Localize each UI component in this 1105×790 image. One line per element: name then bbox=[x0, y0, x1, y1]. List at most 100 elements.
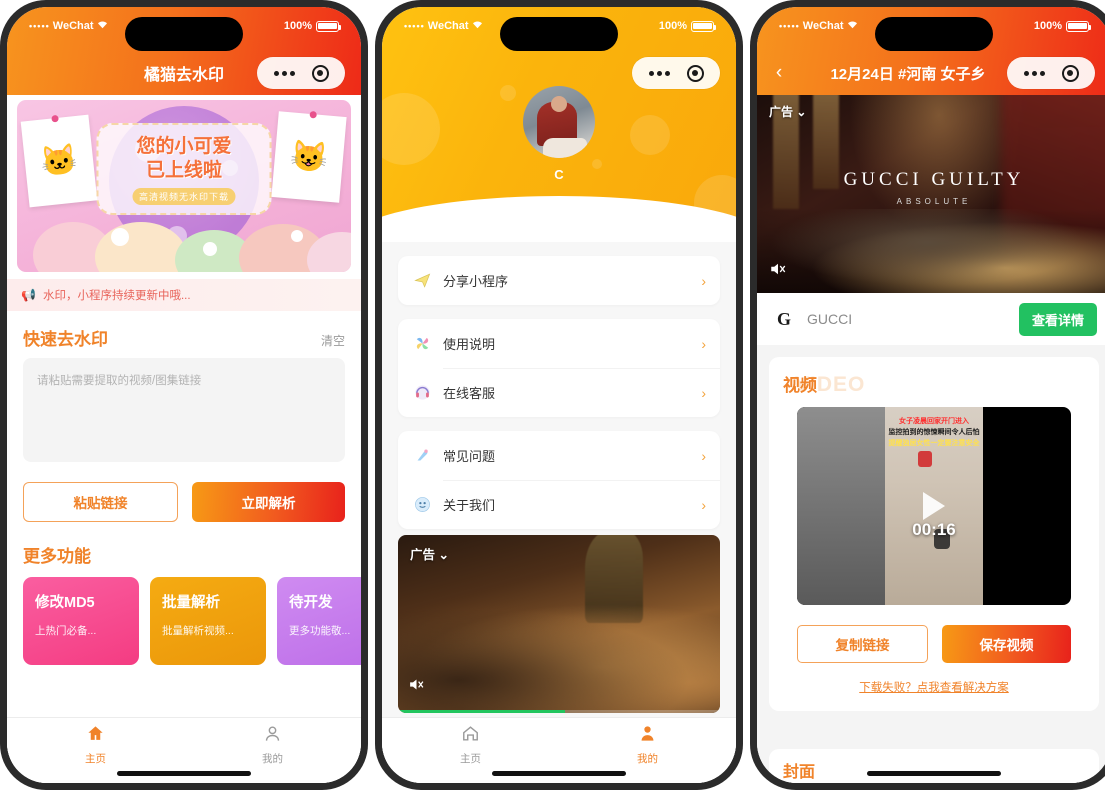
target-close-icon[interactable] bbox=[686, 64, 704, 82]
avatar[interactable] bbox=[523, 86, 595, 158]
battery-icon bbox=[691, 20, 716, 32]
menu-item-support[interactable]: 在线客服 › bbox=[398, 368, 720, 417]
chevron-down-icon[interactable]: ⌄ bbox=[439, 548, 449, 562]
home-indicator bbox=[492, 771, 626, 776]
ad-label: 广告 ⌄ bbox=[769, 105, 807, 119]
action-button-row: 粘贴链接 立即解析 bbox=[7, 462, 361, 522]
muted-speaker-icon[interactable] bbox=[408, 677, 425, 695]
video-section-header: VIDEO 视频 bbox=[783, 371, 1085, 397]
share-paperplane-icon bbox=[412, 271, 432, 291]
status-left-3: ••••• WeChat bbox=[779, 20, 858, 32]
paste-link-button[interactable]: 粘贴链接 bbox=[23, 482, 178, 522]
battery-percent-label: 100% bbox=[658, 20, 687, 32]
download-help-link[interactable]: 下载失败？点我查看解决方案 bbox=[783, 663, 1085, 695]
clear-button[interactable]: 清空 bbox=[321, 332, 345, 349]
card-title: 待开发 bbox=[289, 595, 333, 611]
menu-item-about[interactable]: 关于我们 › bbox=[398, 480, 720, 529]
feature-card-md5[interactable]: 修改MD5 上热门必备... bbox=[23, 577, 139, 665]
promo-banner[interactable]: 🐱 😺 您的小可爱 已上线啦 高清视频无水印下载 bbox=[17, 100, 351, 272]
video-thumbnail[interactable]: 女子凌晨回家开门进入 监控拍到的惊悚瞬间令人后怕 提醒独居女性一定要注意安全 0… bbox=[797, 407, 1071, 605]
view-details-button[interactable]: 查看详情 bbox=[1018, 302, 1097, 336]
feature-card-todo[interactable]: 待开发 更多功能敬... bbox=[277, 577, 361, 665]
chevron-right-icon: › bbox=[701, 272, 706, 289]
back-chevron-icon[interactable]: ‹ bbox=[757, 62, 801, 84]
yellow-cat-photo: 😺 bbox=[271, 110, 347, 203]
feature-card-batch[interactable]: 批量解析 批量解析视频... bbox=[150, 577, 266, 665]
battery-icon bbox=[1066, 20, 1091, 32]
menu-item-instructions[interactable]: 使用说明 › bbox=[398, 319, 720, 368]
advertisement-banner-2[interactable]: 广告 ⌄ bbox=[398, 535, 720, 713]
phone-profile-screen: ••••• WeChat 100% C 分享小程序 › 使用说明 › 在线客服 … bbox=[375, 0, 743, 790]
more-features-title: 更多功能 bbox=[23, 547, 91, 566]
dynamic-island bbox=[500, 17, 618, 51]
wifi-icon bbox=[97, 20, 108, 32]
video-result-card: VIDEO 视频 女子凌晨回家开门进入 监控拍到的惊悚瞬间令人后怕 提醒独居女性… bbox=[769, 357, 1099, 711]
menu-item-label: 关于我们 bbox=[443, 498, 496, 513]
ad-subheadline: ABSOLUTE bbox=[896, 197, 972, 206]
menu-item-faq[interactable]: 常见问题 › bbox=[398, 431, 720, 480]
banner-text-card: 您的小可爱 已上线啦 高清视频无水印下载 bbox=[96, 123, 272, 215]
play-icon[interactable] bbox=[923, 492, 945, 520]
megaphone-icon: 📢 bbox=[21, 288, 36, 302]
more-dots-icon[interactable] bbox=[273, 70, 295, 76]
screen-2: ••••• WeChat 100% C 分享小程序 › 使用说明 › 在线客服 … bbox=[382, 7, 736, 783]
battery-percent-label: 100% bbox=[283, 20, 312, 32]
banner-bottom-deco bbox=[203, 242, 217, 256]
quick-section-header: 快速去水印 清空 bbox=[7, 311, 361, 358]
banner-line2: 已上线啦 bbox=[145, 159, 222, 181]
thumb-caption-3: 提醒独居女性一定要注意安全 bbox=[888, 440, 980, 447]
chevron-right-icon: › bbox=[701, 335, 706, 352]
tab-home-label: 主页 bbox=[85, 752, 106, 765]
save-video-button[interactable]: 保存视频 bbox=[942, 625, 1071, 663]
username-label: C bbox=[554, 167, 564, 182]
carrier-label: WeChat bbox=[427, 20, 469, 32]
more-dots-icon[interactable] bbox=[1023, 70, 1045, 76]
card-desc: 更多功能敬... bbox=[289, 625, 351, 637]
ad-background-rocks bbox=[398, 593, 720, 713]
signal-dots-icon: ••••• bbox=[404, 21, 425, 31]
phone-detail-screen: ••••• WeChat 100% ‹ 12月24日 #河南 女子乡 广告 ⌄ … bbox=[750, 0, 1105, 790]
muted-speaker-icon[interactable] bbox=[769, 261, 787, 281]
more-dots-icon[interactable] bbox=[648, 70, 670, 76]
target-close-icon[interactable] bbox=[311, 64, 329, 82]
user-icon bbox=[638, 724, 657, 748]
parse-now-button[interactable]: 立即解析 bbox=[192, 482, 345, 522]
banner-line1: 您的小可爱 bbox=[136, 136, 232, 157]
card-title: 批量解析 bbox=[162, 595, 220, 611]
menu-item-label: 常见问题 bbox=[443, 449, 496, 464]
carrier-label: WeChat bbox=[52, 20, 94, 32]
ad-headline: GUCCI GUILTY bbox=[843, 169, 1025, 190]
chevron-right-icon: › bbox=[701, 447, 706, 464]
info-smiley-icon bbox=[412, 495, 432, 515]
target-close-icon[interactable] bbox=[1061, 64, 1079, 82]
status-left-1: ••••• WeChat bbox=[29, 20, 108, 32]
home-indicator bbox=[867, 771, 1001, 776]
link-input[interactable]: 请粘贴需要提取的视频/图集链接 bbox=[23, 358, 345, 462]
card-title: 修改MD5 bbox=[35, 595, 95, 611]
cover-section: 封面 bbox=[769, 749, 1099, 783]
menu-group-3: 常见问题 › 关于我们 › bbox=[398, 431, 720, 529]
advertisement-video-3[interactable]: 广告 ⌄ GUCCI GUILTY ABSOLUTE bbox=[757, 95, 1105, 293]
chevron-down-icon[interactable]: ⌄ bbox=[796, 105, 806, 119]
dynamic-island bbox=[125, 17, 243, 51]
signal-dots-icon: ••••• bbox=[29, 21, 50, 31]
miniprogram-capsule-2[interactable] bbox=[632, 57, 720, 89]
dynamic-island bbox=[875, 17, 993, 51]
menu-item-label: 使用说明 bbox=[443, 337, 496, 352]
wifi-icon bbox=[847, 20, 858, 32]
header-deco bbox=[500, 85, 516, 101]
miniprogram-capsule-3[interactable] bbox=[1007, 57, 1095, 89]
headset-icon bbox=[412, 383, 432, 403]
status-right-1: 100% bbox=[283, 20, 341, 32]
menu-item-share[interactable]: 分享小程序 › bbox=[398, 256, 720, 305]
pin-icon bbox=[309, 110, 317, 119]
tab-profile-label: 我的 bbox=[262, 752, 283, 765]
notice-bar[interactable]: 📢 水印，小程序持续更新中哦... bbox=[7, 279, 361, 311]
copy-link-button[interactable]: 复制链接 bbox=[797, 625, 928, 663]
orange-cat-photo: 🐱 bbox=[20, 114, 98, 208]
battery-icon bbox=[316, 20, 341, 32]
miniprogram-capsule-1[interactable] bbox=[257, 57, 345, 89]
video-duration-label: 00:16 bbox=[912, 519, 956, 539]
battery-percent-label: 100% bbox=[1033, 20, 1062, 32]
home-icon bbox=[86, 724, 105, 748]
